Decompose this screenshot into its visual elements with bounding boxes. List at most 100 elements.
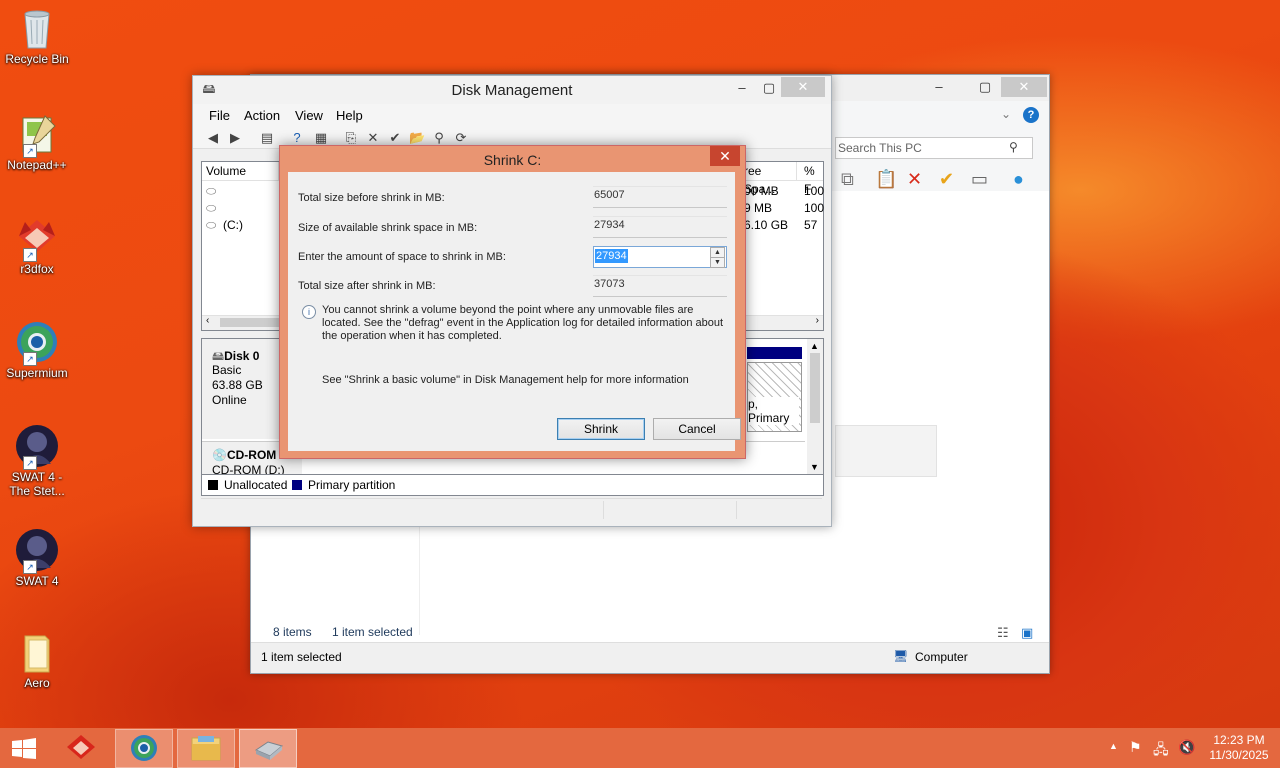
close-button[interactable]: ✕ (1001, 77, 1047, 97)
dialog-close-button[interactable]: ✕ (710, 146, 740, 166)
details-view-icon[interactable]: ☷ (997, 625, 1009, 641)
desktop-icon-label: Notepad++ (7, 158, 67, 172)
taskbar-file-explorer[interactable] (177, 729, 235, 768)
disk-management-app-icon: 🖴 (202, 81, 216, 96)
desktop-icon-swat4-stetchkov[interactable]: ↗ SWAT 4 - The Stet... (2, 424, 72, 498)
legend-label: Primary partition (308, 478, 396, 492)
disk0-name: Disk 0 (224, 349, 260, 363)
items-count: 8 items (273, 625, 312, 639)
back-icon[interactable]: ◀ (205, 130, 221, 146)
connect-icon[interactable]: ⎘ (343, 130, 359, 146)
vertical-scrollbar[interactable]: ▲ ▼ (807, 339, 823, 474)
label-total-before: Total size before shrink in MB: (298, 192, 445, 204)
search-input[interactable]: Search This PC (835, 137, 1033, 159)
label-total-after: Total size after shrink in MB: (298, 280, 436, 292)
clock[interactable]: 12:23 PM 11/30/2025 (1204, 733, 1274, 763)
supermium-icon (131, 735, 157, 761)
network-icon[interactable]: ● (1013, 169, 1024, 190)
computer-icon: 🖥 (893, 649, 909, 663)
legend-primary: Primary partition (292, 478, 395, 492)
menu-help[interactable]: Help (336, 108, 363, 123)
explorer-statusbar: 1 item selected 🖥 Computer (251, 642, 1049, 673)
column-volume[interactable]: Volume (202, 162, 279, 180)
r3dfox-icon (67, 735, 95, 759)
show-hide-console-tree-icon[interactable]: ▤ (259, 130, 275, 146)
action-center-flag-icon[interactable]: ⚑ (1129, 739, 1142, 756)
network-icon[interactable]: 🖧 (1153, 739, 1169, 763)
paste-icon[interactable]: 📋 (875, 169, 897, 190)
scroll-up-icon[interactable]: ▲ (810, 341, 819, 351)
volume-muted-icon[interactable]: 🔇 (1178, 739, 1195, 756)
delete-icon[interactable]: ✕ (365, 130, 381, 146)
value-total-after: 37073 (593, 275, 727, 297)
status-divider (736, 501, 737, 519)
status-location: Computer (915, 650, 968, 664)
desktop-icon-recycle-bin[interactable]: Recycle Bin (2, 6, 72, 66)
percent-free: 100 (804, 184, 825, 198)
scroll-down-icon[interactable]: ▼ (810, 462, 819, 472)
ribbon-expand-chevron-icon[interactable]: ⌄ (1001, 107, 1011, 121)
desktop-icon-r3dfox[interactable]: ↗ r3dfox (2, 216, 72, 276)
menu-file[interactable]: File (209, 108, 230, 123)
menu-action[interactable]: Action (244, 108, 280, 123)
legend-swatch (208, 480, 218, 490)
show-hidden-icons-icon[interactable]: ▲ (1109, 741, 1118, 751)
scroll-right-icon[interactable]: › (816, 315, 819, 326)
desktop-icon-supermium[interactable]: ↗ Supermium (2, 320, 72, 380)
shrink-amount-input[interactable]: 27934 (595, 249, 628, 263)
partition-c-selected[interactable]: p, Primary (747, 362, 802, 432)
large-icons-view-icon[interactable]: ▣ (1021, 625, 1033, 641)
search-icon[interactable]: ⚲ (431, 130, 447, 146)
open-icon[interactable]: 📂 (409, 130, 425, 146)
shrink-amount-stepper[interactable]: 27934 ▲ ▼ (593, 246, 727, 268)
start-button[interactable] (10, 737, 38, 761)
volume-icon: ⬭ (206, 218, 217, 232)
legend-label: Unallocated (224, 478, 288, 492)
drive-tile[interactable] (835, 425, 937, 477)
check-icon[interactable]: ✔ (939, 169, 954, 190)
menu-view[interactable]: View (295, 108, 323, 123)
desktop-icon-label: r3dfox (20, 262, 54, 276)
check-icon[interactable]: ✔ (387, 130, 403, 146)
desktop-icon-notepad-plus-plus[interactable]: ↗ Notepad++ (2, 112, 72, 172)
close-button[interactable]: ✕ (781, 77, 825, 97)
scroll-thumb[interactable] (810, 353, 820, 423)
clock-time: 12:23 PM (1213, 733, 1265, 747)
swat4-expansion-icon: ↗ (15, 424, 59, 470)
forward-icon[interactable]: ▶ (227, 130, 243, 146)
disk0-type: Basic (212, 363, 242, 377)
scroll-left-icon[interactable]: ‹ (206, 315, 209, 326)
search-icon[interactable]: ⚲ (1009, 140, 1018, 154)
rename-icon[interactable]: ▭ (971, 169, 988, 190)
r3dfox-icon: ↗ (15, 216, 59, 262)
cancel-button[interactable]: Cancel (653, 418, 741, 440)
help-icon[interactable]: ? (289, 130, 305, 146)
taskbar-disk-management[interactable] (239, 729, 297, 768)
column-free-space[interactable]: ree Spa... (740, 162, 797, 196)
minimize-button[interactable]: – (728, 78, 756, 98)
column-percent-free[interactable]: % F (800, 162, 823, 196)
desktop-icon-label: SWAT 4 - The Stet... (9, 470, 65, 498)
desktop-icon-aero[interactable]: Aero (2, 630, 72, 690)
disk0-size: 63.88 GB (212, 378, 263, 392)
notepad-plus-plus-icon: ↗ (15, 112, 59, 158)
label-available-shrink: Size of available shrink space in MB: (298, 222, 478, 234)
maximize-button[interactable]: ▢ (971, 77, 999, 97)
free-space: 00 MB (744, 184, 779, 198)
desktop-icon-swat4[interactable]: ↗ SWAT 4 (2, 528, 72, 588)
dialog-body: Total size before shrink in MB: 65007 Si… (288, 172, 741, 451)
disk0-state: Online (212, 393, 247, 407)
shrink-button[interactable]: Shrink (557, 418, 645, 440)
disk-icon: 🖴 (212, 349, 225, 363)
properties-icon[interactable]: ▦ (313, 130, 329, 146)
refresh-icon[interactable]: ⟳ (453, 130, 469, 146)
taskbar-r3dfox[interactable] (53, 729, 109, 766)
help-icon[interactable]: ? (1023, 107, 1039, 123)
copy-icon[interactable]: ⧉ (841, 169, 854, 190)
maximize-button[interactable]: ▢ (755, 78, 783, 98)
taskbar-supermium[interactable] (115, 729, 173, 768)
minimize-button[interactable]: – (925, 77, 953, 97)
delete-icon[interactable]: ✕ (907, 169, 922, 190)
stepper-down-icon[interactable]: ▼ (710, 257, 725, 268)
volume-icon: ⬭ (206, 201, 217, 215)
